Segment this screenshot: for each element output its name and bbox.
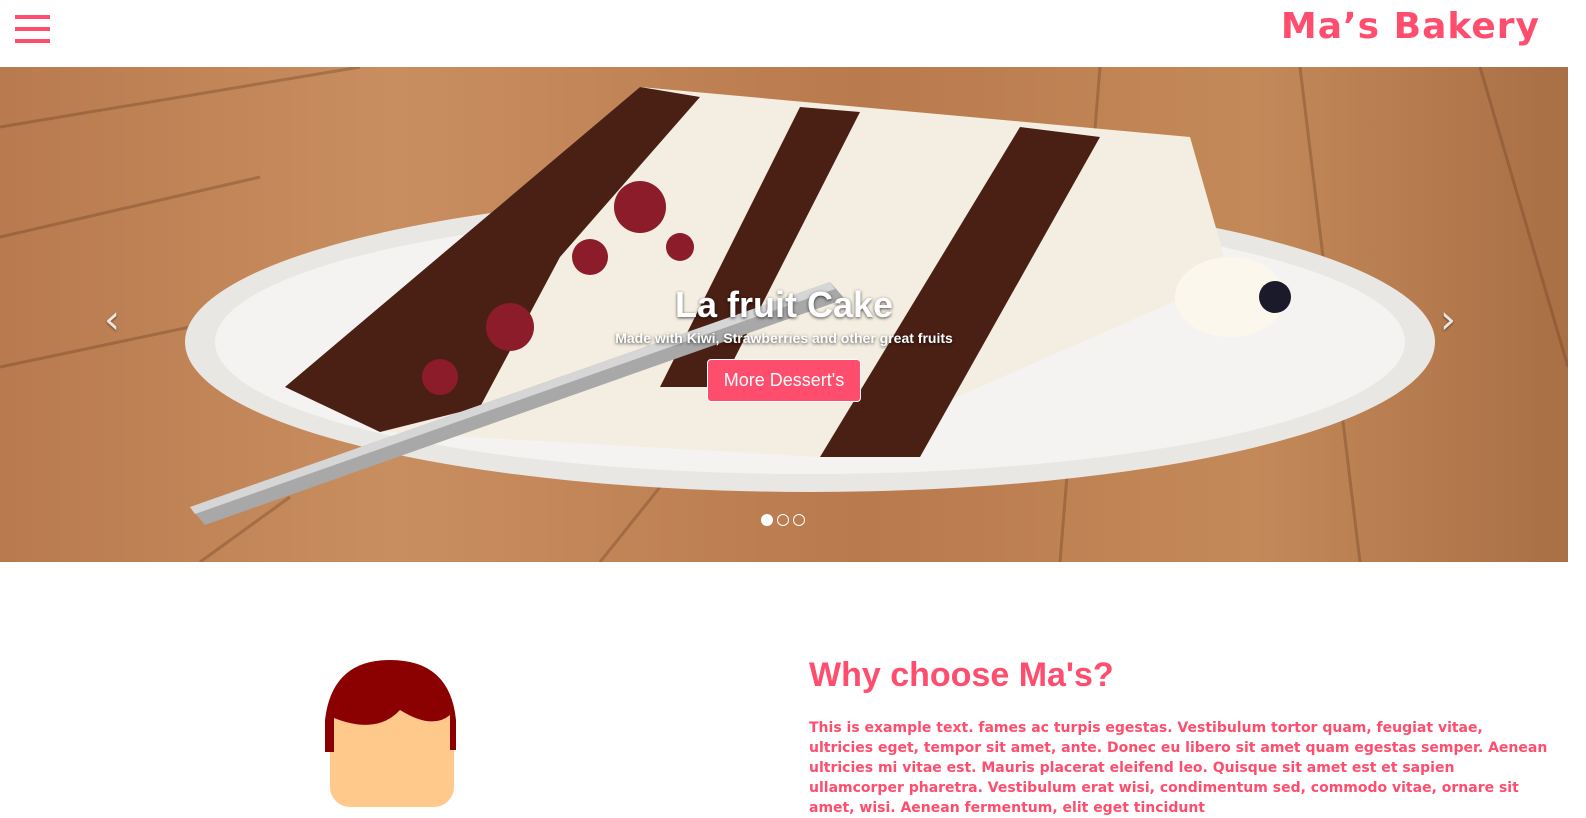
slide-subtitle: Made with Kiwi, Strawberries and other g… [615,330,953,346]
why-choose-heading: Why choose Ma's? [809,656,1114,694]
hamburger-menu-icon[interactable] [15,15,51,45]
more-desserts-button[interactable]: More Dessert's [706,359,862,402]
carousel-indicator-1[interactable] [761,514,773,526]
carousel-indicator-2[interactable] [777,514,789,526]
carousel-caption: La fruit Cake Made with Kiwi, Strawberri… [0,283,1568,402]
slide-title: La fruit Cake [674,284,894,325]
carousel-indicator-3[interactable] [793,514,805,526]
site-header: Ma’s Bakery [0,0,1586,67]
page-scrollbar[interactable] [1568,0,1586,807]
why-choose-text: This is example text. fames ac turpis eg… [809,720,1548,816]
brand-logo[interactable]: Ma’s Bakery [1281,6,1540,47]
baker-avatar [325,660,456,807]
carousel-indicators [761,514,805,526]
hero-carousel: ‹ › La fruit Cake Made with Kiwi, Strawb… [0,67,1568,562]
